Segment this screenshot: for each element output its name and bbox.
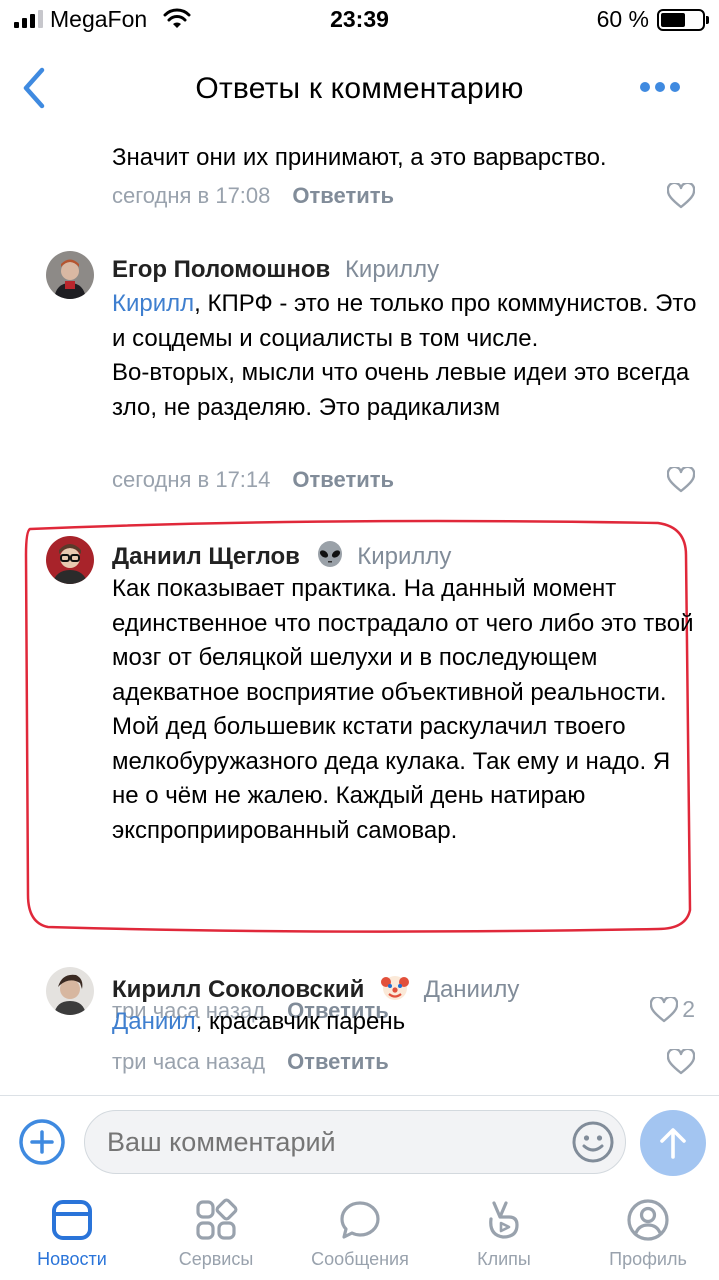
reply-to[interactable]: Даниилу	[424, 976, 520, 1003]
comment-meta: сегодня в 17:08 Ответить	[112, 183, 394, 209]
like-button[interactable]	[667, 467, 695, 493]
comment-meta: три часа назад Ответить	[112, 1049, 389, 1075]
comment-header: Даниил Щеглов Кириллу	[112, 540, 451, 572]
tab-messages[interactable]: Сообщения	[288, 1187, 432, 1280]
avatar[interactable]	[46, 967, 94, 1015]
comment-text: Как показывает практика. На данный момен…	[112, 575, 694, 844]
header: Ответы к комментарию	[0, 40, 719, 135]
tab-profile[interactable]: Профиль	[576, 1187, 719, 1280]
heart-icon	[667, 467, 695, 493]
heart-icon	[667, 1049, 695, 1075]
comment-body-2: Во-вторых, мысли что очень левые идеи эт…	[112, 359, 690, 421]
services-icon	[196, 1198, 238, 1240]
battery-percent: 60 %	[596, 6, 649, 32]
tab-label: Клипы	[477, 1249, 531, 1269]
clips-icon	[489, 1201, 519, 1239]
alien-badge-icon	[317, 541, 342, 567]
tab-label: Новости	[37, 1249, 107, 1269]
like-button[interactable]	[667, 183, 695, 209]
comment-time: три часа назад	[112, 1049, 266, 1074]
comment-meta: сегодня в 17:14 Ответить	[112, 467, 394, 493]
comment-header: Егор Поломошнов Кириллу	[112, 255, 439, 285]
tab-clips[interactable]: Клипы	[432, 1187, 576, 1280]
smiley-icon[interactable]	[570, 1119, 616, 1165]
profile-icon	[627, 1199, 669, 1241]
news-icon	[52, 1200, 92, 1240]
clown-badge-icon	[381, 976, 410, 1000]
avatar[interactable]	[46, 251, 94, 299]
heart-icon	[667, 183, 695, 209]
tab-label: Сообщения	[311, 1249, 409, 1269]
avatar[interactable]	[46, 536, 94, 584]
reply-button[interactable]: Ответить	[292, 183, 394, 208]
tab-news[interactable]: Новости	[0, 1187, 144, 1280]
tab-services[interactable]: Сервисы	[144, 1187, 288, 1280]
reply-button[interactable]: Ответить	[292, 467, 394, 492]
arrow-up-icon	[660, 1128, 686, 1159]
comment-composer	[0, 1095, 719, 1187]
comment-body: , красавчик парень	[195, 1008, 406, 1035]
reply-to[interactable]: Кириллу	[357, 543, 451, 570]
author-name[interactable]: Даниил Щеглов	[112, 543, 300, 570]
tab-label: Профиль	[609, 1249, 687, 1269]
more-dots-icon[interactable]	[640, 82, 680, 92]
battery-icon	[657, 9, 709, 31]
comment-body: , КПРФ - это не только про коммунистов. …	[112, 290, 697, 352]
comment-header: Кирилл Соколовский Даниилу	[112, 971, 519, 1005]
send-button[interactable]	[640, 1110, 706, 1176]
mention-link[interactable]: Даниил	[112, 1008, 196, 1035]
comment-text: Кирилл, КПРФ - это не только про коммуни…	[112, 287, 702, 425]
comment-time: сегодня в 17:08	[112, 183, 271, 208]
author-name[interactable]: Кирилл Соколовский	[112, 976, 364, 1003]
reply-button[interactable]: Ответить	[287, 1049, 389, 1074]
comment-text: Даниил, красавчик парень	[112, 1005, 702, 1040]
tab-label: Сервисы	[178, 1249, 254, 1269]
comment-time: сегодня в 17:14	[112, 467, 271, 492]
author-name[interactable]: Егор Поломошнов	[112, 256, 330, 283]
comments-list: Значит они их принимают, а это варварств…	[0, 135, 719, 1095]
tab-bar: Новости Сервисы Сообщения Клипы Профиль	[0, 1187, 719, 1280]
comment-input[interactable]	[84, 1110, 626, 1174]
status-bar: MegaFon 23:39 60 %	[0, 0, 719, 40]
like-button[interactable]	[667, 1049, 695, 1075]
messages-icon	[340, 1201, 380, 1239]
page-title: Ответы к комментарию	[195, 72, 524, 105]
add-attachment-icon[interactable]	[18, 1118, 66, 1166]
mention-link[interactable]: Кирилл	[112, 290, 194, 317]
reply-to[interactable]: Кириллу	[345, 256, 439, 283]
comment-text: Значит они их принимают, а это варварств…	[112, 144, 607, 171]
